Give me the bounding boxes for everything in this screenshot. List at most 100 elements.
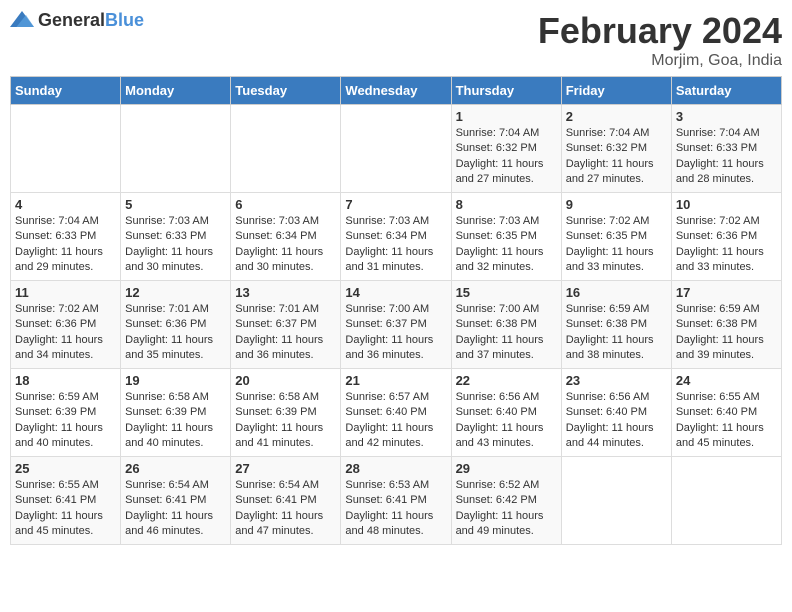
day-cell: 10Sunrise: 7:02 AMSunset: 6:36 PMDayligh… bbox=[671, 193, 781, 281]
day-cell: 9 Sunrise: 7:02 AMSunset: 6:35 PMDaylight… bbox=[561, 193, 671, 281]
day-info: Sunrise: 7:03 AMSunset: 6:34 PMDaylight:… bbox=[235, 214, 336, 276]
day-cell: 11Sunrise: 7:02 AMSunset: 6:36 PMDayligh… bbox=[11, 281, 121, 369]
day-info: Sunrise: 6:58 AMSunset: 6:39 PMDaylight:… bbox=[235, 390, 336, 452]
day-cell: 8 Sunrise: 7:03 AMSunset: 6:35 PMDaylight… bbox=[451, 193, 561, 281]
day-number: 8 bbox=[456, 197, 557, 212]
day-number: 1 bbox=[456, 109, 557, 124]
day-info: Sunrise: 6:57 AMSunset: 6:40 PMDaylight:… bbox=[345, 390, 446, 452]
day-cell: 12 Sunrise: 7:01 AMSunset: 6:36 PMDayligh… bbox=[121, 281, 231, 369]
location-title: Morjim, Goa, India bbox=[538, 52, 782, 70]
day-number: 6 bbox=[235, 197, 336, 212]
logo: GeneralBlue bbox=[10, 10, 144, 31]
day-header-thursday: Thursday bbox=[451, 77, 561, 105]
day-number: 5 bbox=[125, 197, 226, 212]
day-info: Sunrise: 7:03 AMSunset: 6:35 PMDaylight:… bbox=[456, 214, 557, 276]
day-header-friday: Friday bbox=[561, 77, 671, 105]
day-info: Sunrise: 6:55 AMSunset: 6:41 PMDaylight:… bbox=[15, 478, 116, 540]
day-cell: 14 Sunrise: 7:00 AMSunset: 6:37 PMDayligh… bbox=[341, 281, 451, 369]
logo-general: General bbox=[38, 10, 105, 30]
day-number: 18 bbox=[15, 373, 116, 388]
day-info: Sunrise: 6:59 AMSunset: 6:38 PMDaylight:… bbox=[676, 302, 777, 364]
day-info: Sunrise: 7:00 AMSunset: 6:38 PMDaylight:… bbox=[456, 302, 557, 364]
day-cell: 13 Sunrise: 7:01 AMSunset: 6:37 PMDayligh… bbox=[231, 281, 341, 369]
day-number: 23 bbox=[566, 373, 667, 388]
day-cell: 7 Sunrise: 7:03 AMSunset: 6:34 PMDaylight… bbox=[341, 193, 451, 281]
day-info: Sunrise: 6:56 AMSunset: 6:40 PMDaylight:… bbox=[456, 390, 557, 452]
logo-icon bbox=[10, 11, 34, 31]
day-info: Sunrise: 6:59 AMSunset: 6:38 PMDaylight:… bbox=[566, 302, 667, 364]
day-info: Sunrise: 7:03 AMSunset: 6:33 PMDaylight:… bbox=[125, 214, 226, 276]
day-info: Sunrise: 7:01 AMSunset: 6:37 PMDaylight:… bbox=[235, 302, 336, 364]
day-number: 17 bbox=[676, 285, 777, 300]
day-number: 3 bbox=[676, 109, 777, 124]
day-cell: 23Sunrise: 6:56 AMSunset: 6:40 PMDayligh… bbox=[561, 369, 671, 457]
day-info: Sunrise: 6:55 AMSunset: 6:40 PMDaylight:… bbox=[676, 390, 777, 452]
day-info: Sunrise: 7:00 AMSunset: 6:37 PMDaylight:… bbox=[345, 302, 446, 364]
day-info: Sunrise: 7:02 AMSunset: 6:36 PMDaylight:… bbox=[15, 302, 116, 364]
day-cell: 25Sunrise: 6:55 AMSunset: 6:41 PMDayligh… bbox=[11, 457, 121, 545]
day-number: 28 bbox=[345, 461, 446, 476]
day-cell: 2Sunrise: 7:04 AMSunset: 6:32 PMDaylight… bbox=[561, 105, 671, 193]
day-header-tuesday: Tuesday bbox=[231, 77, 341, 105]
day-header-saturday: Saturday bbox=[671, 77, 781, 105]
day-cell bbox=[11, 105, 121, 193]
day-info: Sunrise: 7:03 AMSunset: 6:34 PMDaylight:… bbox=[345, 214, 446, 276]
day-info: Sunrise: 7:04 AMSunset: 6:33 PMDaylight:… bbox=[676, 126, 777, 188]
day-cell: 6 Sunrise: 7:03 AMSunset: 6:34 PMDaylight… bbox=[231, 193, 341, 281]
day-cell: 27 Sunrise: 6:54 AMSunset: 6:41 PMDayligh… bbox=[231, 457, 341, 545]
day-cell: 15 Sunrise: 7:00 AMSunset: 6:38 PMDayligh… bbox=[451, 281, 561, 369]
day-cell: 21 Sunrise: 6:57 AMSunset: 6:40 PMDayligh… bbox=[341, 369, 451, 457]
day-cell: 28 Sunrise: 6:53 AMSunset: 6:41 PMDayligh… bbox=[341, 457, 451, 545]
day-info: Sunrise: 7:02 AMSunset: 6:35 PMDaylight:… bbox=[566, 214, 667, 276]
day-cell: 22 Sunrise: 6:56 AMSunset: 6:40 PMDayligh… bbox=[451, 369, 561, 457]
day-info: Sunrise: 7:02 AMSunset: 6:36 PMDaylight:… bbox=[676, 214, 777, 276]
day-cell: 19Sunrise: 6:58 AMSunset: 6:39 PMDayligh… bbox=[121, 369, 231, 457]
day-cell: 5 Sunrise: 7:03 AMSunset: 6:33 PMDaylight… bbox=[121, 193, 231, 281]
header: GeneralBlue February 2024 Morjim, Goa, I… bbox=[10, 10, 782, 70]
day-number: 16 bbox=[566, 285, 667, 300]
day-number: 27 bbox=[235, 461, 336, 476]
day-cell: 3 Sunrise: 7:04 AMSunset: 6:33 PMDaylight… bbox=[671, 105, 781, 193]
day-cell: 26Sunrise: 6:54 AMSunset: 6:41 PMDayligh… bbox=[121, 457, 231, 545]
day-cell: 17 Sunrise: 6:59 AMSunset: 6:38 PMDayligh… bbox=[671, 281, 781, 369]
week-row-4: 18Sunrise: 6:59 AMSunset: 6:39 PMDayligh… bbox=[11, 369, 782, 457]
day-number: 24 bbox=[676, 373, 777, 388]
day-cell bbox=[671, 457, 781, 545]
day-number: 14 bbox=[345, 285, 446, 300]
day-number: 7 bbox=[345, 197, 446, 212]
day-info: Sunrise: 7:01 AMSunset: 6:36 PMDaylight:… bbox=[125, 302, 226, 364]
day-number: 2 bbox=[566, 109, 667, 124]
day-cell: 4 Sunrise: 7:04 AMSunset: 6:33 PMDaylight… bbox=[11, 193, 121, 281]
day-info: Sunrise: 7:04 AMSunset: 6:33 PMDaylight:… bbox=[15, 214, 116, 276]
day-info: Sunrise: 6:54 AMSunset: 6:41 PMDaylight:… bbox=[235, 478, 336, 540]
day-number: 29 bbox=[456, 461, 557, 476]
day-number: 13 bbox=[235, 285, 336, 300]
day-header-monday: Monday bbox=[121, 77, 231, 105]
day-cell: 16 Sunrise: 6:59 AMSunset: 6:38 PMDayligh… bbox=[561, 281, 671, 369]
day-cell bbox=[561, 457, 671, 545]
day-cell: 18Sunrise: 6:59 AMSunset: 6:39 PMDayligh… bbox=[11, 369, 121, 457]
day-number: 9 bbox=[566, 197, 667, 212]
day-cell: 20Sunrise: 6:58 AMSunset: 6:39 PMDayligh… bbox=[231, 369, 341, 457]
logo-blue: Blue bbox=[105, 10, 144, 30]
day-number: 22 bbox=[456, 373, 557, 388]
day-number: 12 bbox=[125, 285, 226, 300]
day-info: Sunrise: 6:58 AMSunset: 6:39 PMDaylight:… bbox=[125, 390, 226, 452]
days-header-row: SundayMondayTuesdayWednesdayThursdayFrid… bbox=[11, 77, 782, 105]
day-header-sunday: Sunday bbox=[11, 77, 121, 105]
day-cell bbox=[121, 105, 231, 193]
day-info: Sunrise: 7:04 AMSunset: 6:32 PMDaylight:… bbox=[456, 126, 557, 188]
day-number: 21 bbox=[345, 373, 446, 388]
day-cell: 1 Sunrise: 7:04 AMSunset: 6:32 PMDaylight… bbox=[451, 105, 561, 193]
month-title: February 2024 bbox=[538, 10, 782, 52]
title-area: February 2024 Morjim, Goa, India bbox=[538, 10, 782, 70]
day-cell: 24 Sunrise: 6:55 AMSunset: 6:40 PMDayligh… bbox=[671, 369, 781, 457]
day-info: Sunrise: 6:54 AMSunset: 6:41 PMDaylight:… bbox=[125, 478, 226, 540]
week-row-5: 25Sunrise: 6:55 AMSunset: 6:41 PMDayligh… bbox=[11, 457, 782, 545]
day-info: Sunrise: 6:53 AMSunset: 6:41 PMDaylight:… bbox=[345, 478, 446, 540]
day-number: 15 bbox=[456, 285, 557, 300]
day-header-wednesday: Wednesday bbox=[341, 77, 451, 105]
day-cell bbox=[341, 105, 451, 193]
day-number: 4 bbox=[15, 197, 116, 212]
calendar-table: SundayMondayTuesdayWednesdayThursdayFrid… bbox=[10, 76, 782, 545]
